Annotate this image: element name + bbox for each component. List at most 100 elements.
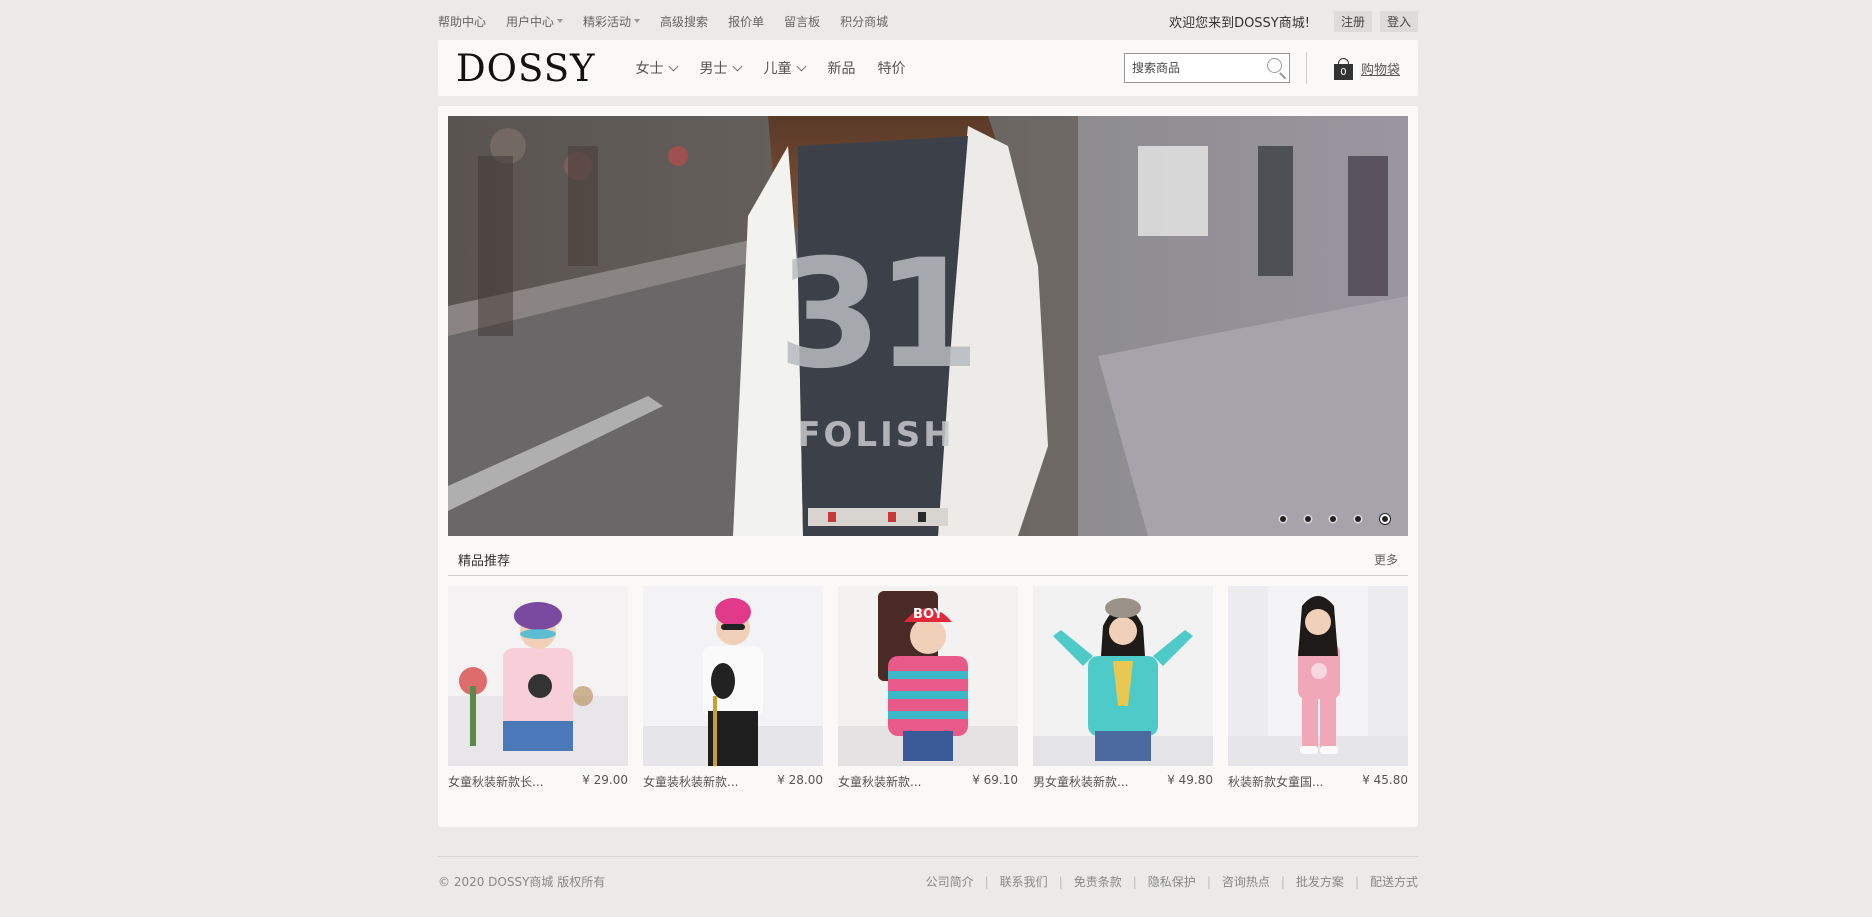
product-card[interactable]: 女童装秋装新款... ¥ 28.00 (643, 586, 823, 790)
nav-sale[interactable]: 特价 (877, 58, 905, 78)
footer-separator: | (1132, 874, 1137, 889)
nav-label: 特价 (877, 61, 906, 77)
login-button[interactable]: 登入 (1379, 10, 1418, 32)
product-price: ¥ 45.80 (1362, 773, 1408, 787)
nav-label: 新品 (827, 61, 856, 77)
util-link-label: 报价单 (728, 14, 765, 29)
product-meta: 秋装新款女童国... ¥ 45.80 (1228, 773, 1408, 790)
site-footer: © 2020 DOSSY商城 版权所有 公司简介 | 联系我们 | 免责条款 |… (438, 856, 1418, 906)
footer-link-privacy[interactable]: 隐私保护 (1148, 873, 1196, 890)
product-name[interactable]: 女童秋装新款长... (448, 773, 543, 790)
footer-link-contact[interactable]: 联系我们 (1000, 873, 1048, 890)
product-meta: 女童装秋装新款... ¥ 28.00 (643, 773, 823, 790)
util-link-quote[interactable]: 报价单 (728, 13, 764, 30)
util-link-label: 留言板 (784, 14, 821, 29)
nav-label: 女士 (635, 61, 664, 77)
product-meta: 男女童秋装新款... ¥ 49.80 (1033, 773, 1213, 790)
nav-label: 男士 (699, 61, 728, 77)
footer-link-disclaimer[interactable]: 免责条款 (1074, 873, 1122, 890)
util-link-activities[interactable]: 精彩活动 (583, 13, 641, 30)
caret-down-icon (634, 19, 641, 23)
top-utility-bar: 帮助中心 用户中心 精彩活动 高级搜索 报价单 留言板 积分商城 欢迎您来到DO… (438, 0, 1418, 42)
product-image[interactable] (448, 586, 628, 766)
chevron-down-icon (733, 61, 743, 71)
footer-separator: | (1206, 874, 1211, 889)
footer-separator: | (1280, 874, 1285, 889)
featured-section-header: 精品推荐 更多 (448, 544, 1408, 576)
search-box (1123, 53, 1290, 83)
product-price: ¥ 28.00 (777, 773, 823, 787)
carousel-dot[interactable] (1305, 516, 1311, 522)
hero-banner[interactable]: 31 FOLISH (448, 116, 1408, 536)
nav-men[interactable]: 男士 (699, 58, 743, 78)
util-link-help[interactable]: 帮助中心 (438, 13, 486, 30)
footer-separator: | (1058, 874, 1063, 889)
header-divider (1305, 52, 1307, 84)
search-input[interactable] (1124, 61, 1263, 75)
cart-label: 购物袋 (1360, 62, 1400, 78)
nav-label: 儿童 (763, 61, 792, 77)
account-area: 欢迎您来到DOSSY商城! 注册 登入 (1169, 10, 1418, 32)
util-link-label: 精彩活动 (583, 14, 632, 29)
product-name[interactable]: 女童秋装新款... (838, 773, 921, 790)
product-grid: 女童秋装新款长... ¥ 29.00 女童装秋装新款... ¥ 28.00 BO… (448, 586, 1408, 790)
footer-link-hotline[interactable]: 咨询热点 (1222, 873, 1270, 890)
chevron-down-icon (669, 61, 679, 71)
featured-title: 精品推荐 (458, 554, 511, 569)
product-name[interactable]: 男女童秋装新款... (1033, 773, 1128, 790)
welcome-text: 欢迎您来到DOSSY商城! (1169, 15, 1310, 31)
product-image[interactable]: BOY (838, 586, 1018, 766)
main-panel: 31 FOLISH 精品推荐 更多 女童秋装新款长... ¥ 29.00 女童装… (438, 106, 1418, 827)
hero-image: 31 FOLISH (448, 116, 1408, 536)
util-link-message-board[interactable]: 留言板 (784, 13, 820, 30)
carousel-dot[interactable] (1355, 516, 1361, 522)
product-image[interactable] (1033, 586, 1213, 766)
product-image[interactable] (643, 586, 823, 766)
nav-women[interactable]: 女士 (635, 58, 679, 78)
site-logo[interactable]: DOSSY (456, 47, 595, 90)
util-link-points-mall[interactable]: 积分商城 (840, 13, 888, 30)
nav-kids[interactable]: 儿童 (763, 58, 807, 78)
featured-more-link[interactable]: 更多 (1374, 551, 1398, 568)
product-card[interactable]: BOY 女童秋装新款... ¥ 69.10 (838, 586, 1018, 790)
site-header: DOSSY 女士 男士 儿童 新品 特价 0 购物袋 (438, 40, 1418, 96)
footer-links: 公司简介 | 联系我们 | 免责条款 | 隐私保护 | 咨询热点 | 批发方案 … (926, 873, 1418, 890)
product-meta: 女童秋装新款... ¥ 69.10 (838, 773, 1018, 790)
cart-count: 0 (1333, 64, 1353, 80)
product-meta: 女童秋装新款长... ¥ 29.00 (448, 773, 628, 790)
carousel-dots (1261, 514, 1390, 524)
footer-separator: | (984, 874, 989, 889)
util-link-label: 高级搜索 (660, 14, 709, 29)
cart-link[interactable]: 0 购物袋 (1333, 58, 1400, 80)
product-card[interactable]: 女童秋装新款长... ¥ 29.00 (448, 586, 628, 790)
carousel-dot[interactable] (1330, 516, 1336, 522)
search-icon[interactable] (1263, 55, 1289, 81)
util-link-label: 帮助中心 (438, 14, 487, 29)
product-price: ¥ 69.10 (972, 773, 1018, 787)
product-price: ¥ 29.00 (582, 773, 628, 787)
caret-down-icon (557, 19, 564, 23)
footer-separator: | (1354, 874, 1359, 889)
footer-link-delivery[interactable]: 配送方式 (1370, 873, 1418, 890)
carousel-dot[interactable] (1280, 516, 1286, 522)
footer-link-about[interactable]: 公司简介 (926, 873, 974, 890)
register-button[interactable]: 注册 (1333, 10, 1372, 32)
svg-text:FOLISH: FOLISH (797, 415, 954, 455)
product-price: ¥ 49.80 (1167, 773, 1213, 787)
util-link-label: 用户中心 (506, 14, 555, 29)
product-image[interactable] (1228, 586, 1408, 766)
main-nav: 女士 男士 儿童 新品 特价 (635, 58, 927, 78)
carousel-dot-active[interactable] (1380, 514, 1390, 524)
product-name[interactable]: 女童装秋装新款... (643, 773, 738, 790)
svg-text:31: 31 (778, 228, 975, 402)
util-link-advanced-search[interactable]: 高级搜索 (660, 13, 708, 30)
product-card[interactable]: 男女童秋装新款... ¥ 49.80 (1033, 586, 1213, 790)
nav-new-arrivals[interactable]: 新品 (827, 58, 855, 78)
utility-links: 帮助中心 用户中心 精彩活动 高级搜索 报价单 留言板 积分商城 (438, 13, 908, 30)
product-card[interactable]: 秋装新款女童国... ¥ 45.80 (1228, 586, 1408, 790)
util-link-user-center[interactable]: 用户中心 (506, 13, 564, 30)
product-name[interactable]: 秋装新款女童国... (1228, 773, 1323, 790)
footer-link-wholesale[interactable]: 批发方案 (1296, 873, 1344, 890)
svg-text:BOY: BOY (913, 607, 943, 622)
shopping-bag-icon: 0 (1333, 58, 1353, 80)
